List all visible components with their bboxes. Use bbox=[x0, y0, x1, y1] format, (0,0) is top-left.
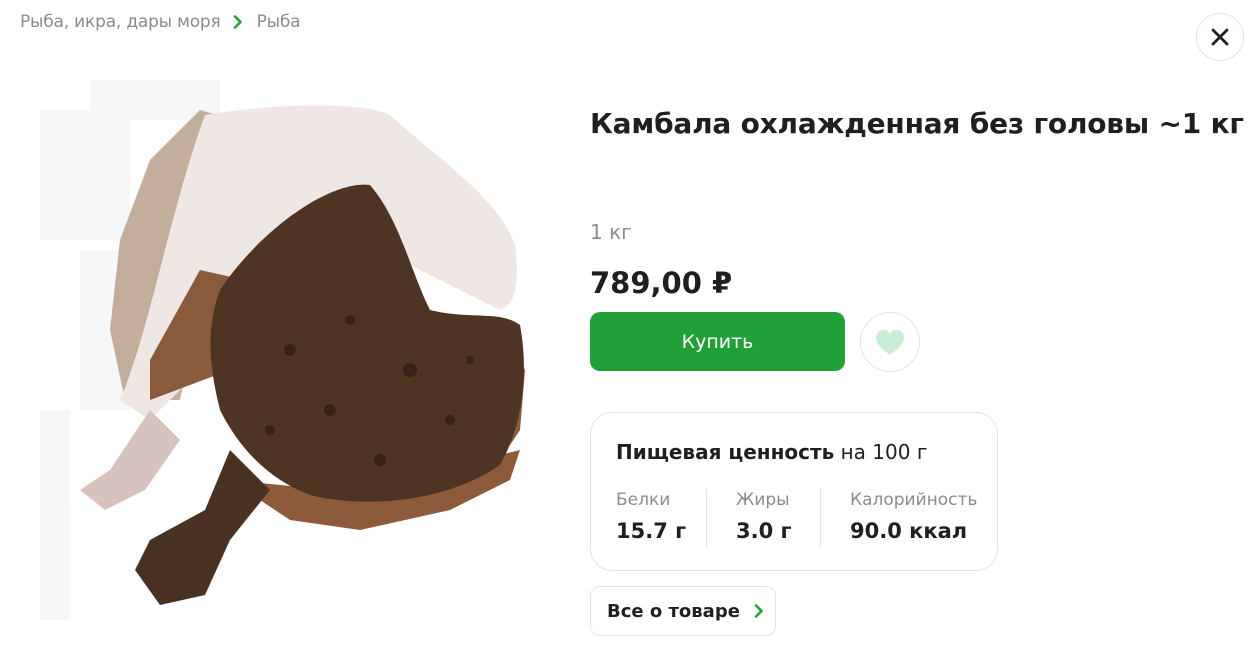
breadcrumb-item-fish-seafood[interactable]: Рыба, икра, дары моря bbox=[20, 12, 221, 32]
nutrition-protein: Белки 15.7 г bbox=[616, 490, 686, 543]
chevron-right-icon bbox=[233, 15, 243, 29]
nutrition-title: Пищевая ценность на 100 г bbox=[616, 440, 927, 464]
nutrition-value: 90.0 ккал bbox=[850, 519, 968, 543]
divider bbox=[820, 489, 821, 547]
close-button[interactable] bbox=[1196, 13, 1244, 61]
nutrition-card: Пищевая ценность на 100 г Белки 15.7 г Ж… bbox=[590, 412, 998, 571]
breadcrumb: Рыба, икра, дары моря Рыба bbox=[20, 12, 301, 32]
product-image bbox=[30, 70, 550, 630]
heart-icon bbox=[875, 329, 905, 356]
nutrition-label: Калорийность bbox=[850, 490, 978, 510]
product-title: Камбала охлажденная без головы ~1 кг bbox=[590, 106, 1244, 140]
close-icon bbox=[1211, 28, 1229, 46]
all-about-product-button[interactable]: Все о товаре bbox=[590, 586, 776, 636]
product-weight: 1 кг bbox=[590, 220, 632, 244]
product-price: 789,00 ₽ bbox=[590, 266, 733, 300]
chevron-right-icon bbox=[754, 604, 764, 618]
favorite-button[interactable] bbox=[860, 312, 920, 372]
nutrition-title-rest: на 100 г bbox=[834, 440, 928, 464]
nutrition-calories: Калорийность 90.0 ккал bbox=[850, 490, 977, 543]
divider bbox=[706, 489, 707, 547]
all-about-product-label: Все о товаре bbox=[607, 600, 740, 622]
nutrition-value: 15.7 г bbox=[616, 519, 687, 543]
nutrition-label: Белки bbox=[616, 490, 671, 510]
nutrition-value: 3.0 г bbox=[736, 519, 792, 543]
breadcrumb-item-fish[interactable]: Рыба bbox=[257, 12, 301, 32]
buy-button[interactable]: Купить bbox=[590, 312, 845, 371]
nutrition-fat: Жиры 3.0 г bbox=[736, 490, 791, 543]
nutrition-label: Жиры bbox=[736, 490, 790, 510]
nutrition-title-bold: Пищевая ценность bbox=[616, 440, 835, 464]
